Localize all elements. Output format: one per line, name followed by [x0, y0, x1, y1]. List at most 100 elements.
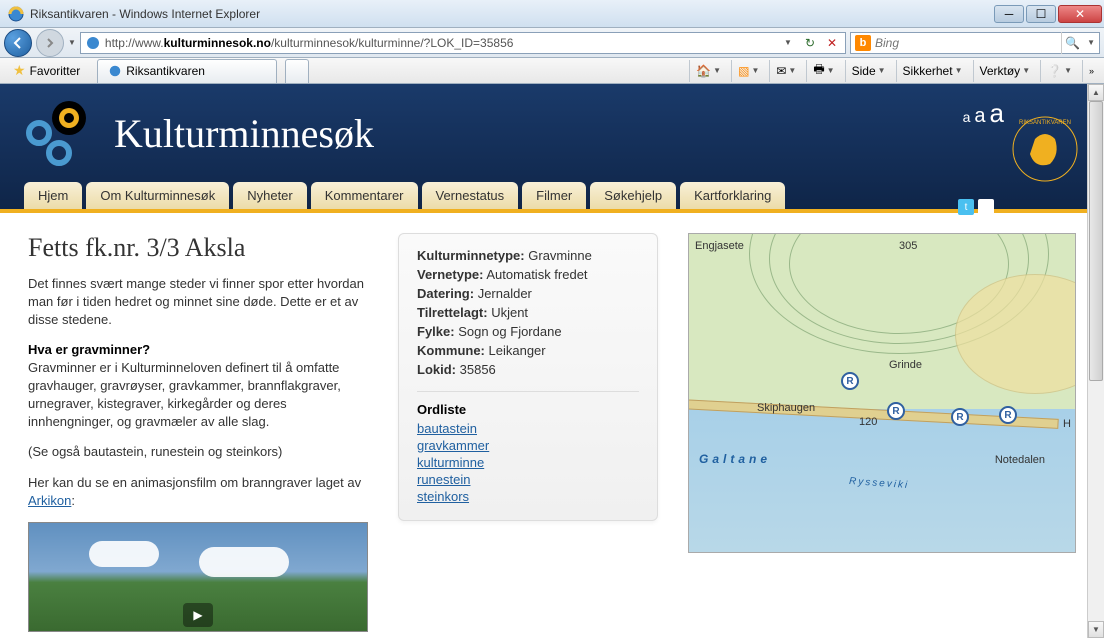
browser-navbar: ▼ http://www.kulturminnesok.no/kulturmin… [0, 28, 1104, 58]
command-bar: ★ Favoritter Riksantikvaren 🏠▼ ▧▼ ✉▼ 🖶▼ … [0, 58, 1104, 84]
twitter-icon[interactable]: t [958, 199, 974, 215]
content-viewport: Kulturminnesøk a a a RIKSANTIKVAREN t ●●… [0, 84, 1104, 638]
flickr-icon[interactable]: ●● [978, 199, 994, 215]
window-titlebar: Riksantikvaren - Windows Internet Explor… [0, 0, 1104, 28]
arkikon-link[interactable]: Arkikon [28, 493, 71, 508]
maximize-button[interactable]: ☐ [1026, 5, 1056, 23]
dropdown-icon[interactable]: ▼ [779, 34, 797, 52]
svg-text:RIKSANTIKVAREN: RIKSANTIKVAREN [1019, 120, 1071, 126]
info-row: Kommune: Leikanger [417, 343, 639, 358]
ordliste-link[interactable]: kulturminne [417, 455, 639, 470]
scroll-down-button[interactable]: ▼ [1088, 621, 1104, 638]
info-row: Kulturminnetype: Gravminne [417, 248, 639, 263]
nav-om[interactable]: Om Kulturminnesøk [86, 182, 229, 209]
map-label: 120 [859, 416, 877, 428]
video-thumbnail[interactable]: ▶ [28, 522, 368, 632]
page-title: Fetts fk.nr. 3/3 Aksla [28, 233, 368, 263]
map-label: Notedalen [995, 454, 1045, 466]
map[interactable]: Engjasete 305 Grinde Skiphaugen 120 Note… [688, 233, 1076, 553]
film-text: Her kan du se en animasjonsfilm om brann… [28, 474, 368, 510]
new-tab-button[interactable] [285, 59, 309, 83]
help-icon: ❔ [1047, 64, 1062, 78]
tab-active[interactable]: Riksantikvaren [97, 59, 277, 83]
home-button[interactable]: 🏠▼ [689, 60, 727, 82]
page: Kulturminnesøk a a a RIKSANTIKVAREN t ●●… [0, 84, 1104, 638]
dropdown-icon[interactable]: ▼ [1087, 38, 1095, 47]
play-icon[interactable]: ▶ [183, 603, 213, 627]
map-marker[interactable]: R [841, 372, 859, 390]
search-button[interactable]: 🔍 [1061, 32, 1083, 54]
ordliste-link[interactable]: bautastein [417, 421, 639, 436]
map-label: H [1063, 418, 1071, 430]
bing-icon: b [855, 35, 871, 51]
map-marker[interactable]: R [999, 406, 1017, 424]
nav-sokehjelp[interactable]: Søkehjelp [590, 182, 676, 209]
star-icon: ★ [13, 62, 26, 79]
page-icon [85, 35, 101, 51]
article-column: Fetts fk.nr. 3/3 Aksla Det finnes svært … [28, 233, 368, 632]
text-size-control[interactable]: a a a [963, 98, 1004, 129]
dropdown-icon[interactable]: ▼ [68, 38, 76, 47]
nav-filmer[interactable]: Filmer [522, 182, 586, 209]
search-input[interactable] [875, 36, 1057, 50]
text-size-large[interactable]: a [990, 98, 1004, 129]
url-path: /kulturminnesok/kulturminne/?LOK_ID=3585… [271, 36, 513, 50]
map-label: Galtane [699, 452, 771, 466]
site-nav: Hjem Om Kulturminnesøk Nyheter Kommentar… [24, 182, 1080, 209]
nav-vernestatus[interactable]: Vernestatus [422, 182, 519, 209]
scroll-up-button[interactable]: ▲ [1088, 84, 1104, 101]
close-button[interactable]: ✕ [1058, 5, 1102, 23]
favorites-button[interactable]: ★ Favoritter [4, 60, 89, 82]
page-icon [108, 64, 122, 78]
riksantikvaren-logo: RIKSANTIKVAREN [1010, 114, 1080, 184]
map-label: 305 [899, 240, 917, 252]
info-row: Tilrettelagt: Ukjent [417, 305, 639, 320]
info-row: Vernetype: Automatisk fredet [417, 267, 639, 282]
stop-icon[interactable]: ✕ [823, 34, 841, 52]
back-button[interactable] [4, 29, 32, 57]
url-prefix: http://www. [105, 36, 164, 50]
print-button[interactable]: 🖶▼ [806, 60, 840, 82]
scroll-thumb[interactable] [1089, 101, 1103, 381]
map-column: Engjasete 305 Grinde Skiphaugen 120 Note… [688, 233, 1076, 632]
text-size-medium[interactable]: a [974, 105, 985, 128]
ordliste-link[interactable]: steinkors [417, 489, 639, 504]
search-bar[interactable]: b 🔍 ▼ [850, 32, 1100, 54]
minimize-button[interactable]: ─ [994, 5, 1024, 23]
nav-kommentarer[interactable]: Kommentarer [311, 182, 418, 209]
ie-icon [8, 6, 24, 22]
ordliste-link[interactable]: gravkammer [417, 438, 639, 453]
safety-menu[interactable]: Sikkerhet▼ [896, 60, 969, 82]
home-icon: 🏠 [696, 64, 711, 78]
address-bar[interactable]: http://www.kulturminnesok.no/kulturminne… [80, 32, 846, 54]
mail-icon: ✉ [776, 64, 786, 78]
see-also-text: (Se også bautastein, runestein og steink… [28, 443, 368, 461]
mail-button[interactable]: ✉▼ [769, 60, 802, 82]
ordliste-heading: Ordliste [417, 402, 639, 417]
refresh-icon[interactable]: ↻ [801, 34, 819, 52]
map-label: Engjasete [695, 240, 744, 252]
forward-button[interactable] [36, 29, 64, 57]
nav-kartforklaring[interactable]: Kartforklaring [680, 182, 785, 209]
url-host: kulturminnesok.no [164, 36, 271, 50]
question-heading: Hva er gravminner? [28, 342, 368, 357]
info-row: Fylke: Sogn og Fjordane [417, 324, 639, 339]
map-label: Skiphaugen [757, 402, 815, 414]
tools-menu[interactable]: Verktøy▼ [973, 60, 1037, 82]
map-marker[interactable]: R [887, 402, 905, 420]
map-label: Rysseviki [849, 476, 910, 491]
help-button[interactable]: ❔▼ [1040, 60, 1078, 82]
info-row: Datering: Jernalder [417, 286, 639, 301]
text-size-small[interactable]: a [963, 109, 971, 125]
ordliste-link[interactable]: runestein [417, 472, 639, 487]
page-menu[interactable]: Side▼ [845, 60, 892, 82]
feeds-button[interactable]: ▧▼ [731, 60, 765, 82]
nav-nyheter[interactable]: Nyheter [233, 182, 307, 209]
site-logo [24, 98, 94, 168]
site-header: Kulturminnesøk a a a RIKSANTIKVAREN t ●●… [0, 84, 1104, 209]
expand-icon[interactable]: » [1082, 60, 1100, 82]
site-title: Kulturminnesøk [114, 110, 374, 157]
vertical-scrollbar[interactable]: ▲ ▼ [1087, 84, 1104, 638]
nav-hjem[interactable]: Hjem [24, 182, 82, 209]
map-marker[interactable]: R [951, 408, 969, 426]
